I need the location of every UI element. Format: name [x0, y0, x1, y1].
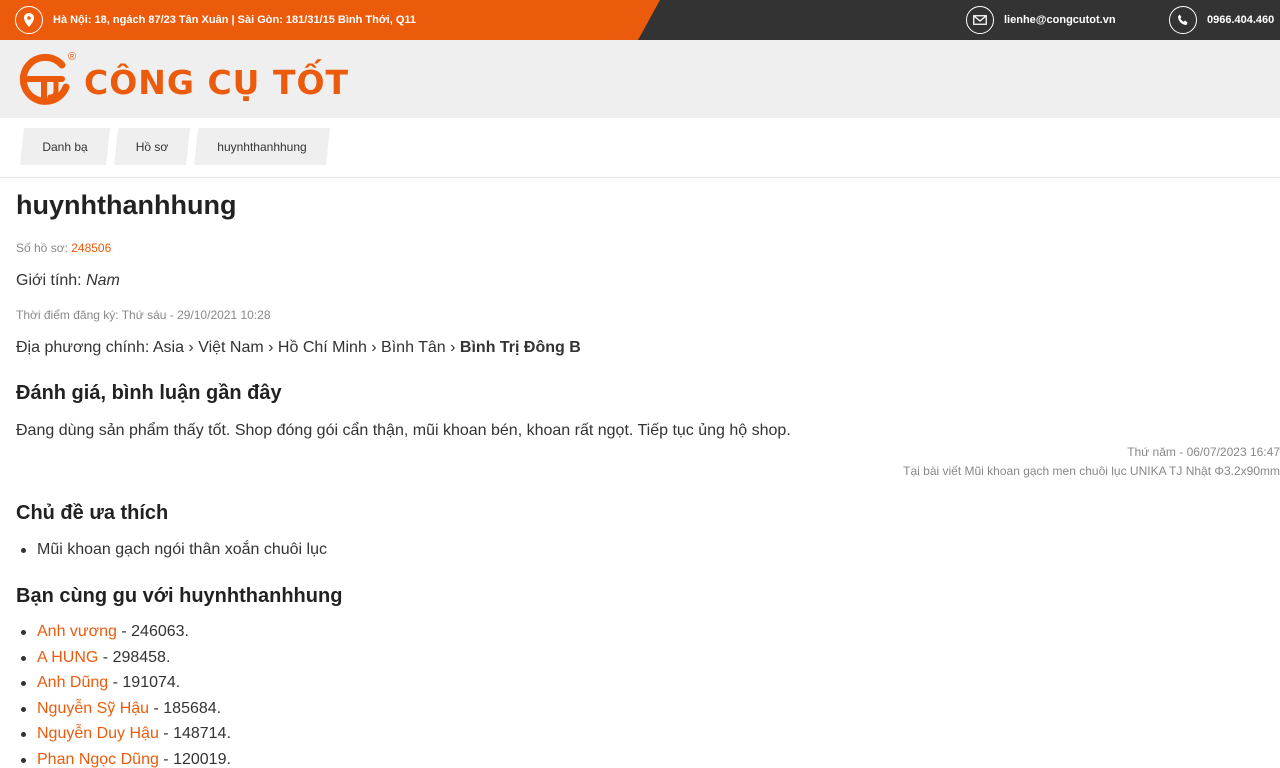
friend-id: - 120019. [158, 750, 231, 768]
gender: Giới tính: Nam [16, 272, 120, 290]
topics-heading: Chủ đề ưa thích [16, 502, 169, 524]
email-info[interactable]: lienhe@congcutot.vn [966, 0, 1116, 40]
address-info: Hà Nội: 18, ngách 87/23 Tân Xuân | Sài G… [15, 0, 416, 40]
friend-id: - 298458. [98, 648, 171, 666]
profile-id-label: Số hồ sơ: [16, 241, 72, 255]
registration-time: Thời điểm đăng ký: Thứ sáu - 29/10/2021 … [16, 308, 271, 322]
list-item: Nguyễn Sỹ Hậu - 185684. [16, 696, 231, 722]
topics-list: Mũi khoan gạch ngói thân xoắn chuôi lục [16, 537, 327, 563]
page-title: huynhthanhhung [16, 190, 237, 220]
friend-link[interactable]: Anh vương [37, 623, 117, 640]
breadcrumb: Danh bạ Hồ sơ huynhthanhhung [0, 118, 1280, 178]
breadcrumb-item-profile[interactable]: Hồ sơ [114, 128, 190, 165]
friend-id: - 185684. [149, 699, 222, 717]
registered-mark: ® [68, 51, 77, 63]
breadcrumb-item-directory[interactable]: Danh bạ [20, 128, 110, 165]
friend-link[interactable]: Nguyễn Sỹ Hậu [37, 700, 149, 717]
top-bar: Hà Nội: 18, ngách 87/23 Tân Xuân | Sài G… [0, 0, 1280, 40]
breadcrumb-item-user[interactable]: huynhthanhhung [194, 128, 330, 165]
list-item: Nguyễn Duy Hậu - 148714. [16, 721, 231, 747]
list-item: Phan Ngọc Dũng - 120019. [16, 747, 231, 768]
phone-info[interactable]: 0966.404.460 [1169, 0, 1274, 40]
topic-item[interactable]: Mũi khoan gạch ngói thân xoắn chuôi lục [16, 537, 327, 563]
email-link[interactable]: lienhe@congcutot.vn [1004, 14, 1116, 26]
header: ® CÔNG CỤ TỐT [0, 40, 1280, 118]
review-text: Đang dùng sản phẩm thấy tốt. Shop đóng g… [16, 422, 791, 439]
list-item: Anh vương - 246063. [16, 619, 231, 645]
mail-icon [966, 6, 994, 34]
phone-icon [1169, 6, 1197, 34]
profile-id: Số hồ sơ: 248506 [16, 241, 111, 255]
location-icon [15, 6, 43, 34]
profile-id-value: 248506 [71, 241, 112, 255]
friends-heading: Bạn cùng gu với huynhthanhhung [16, 585, 343, 607]
logo-mark-icon [19, 53, 70, 105]
logo-text: CÔNG CỤ TỐT [84, 62, 350, 102]
friend-link[interactable]: A HUNG [37, 649, 98, 666]
friends-list: Anh vương - 246063. A HUNG - 298458. Anh… [16, 619, 231, 768]
location-last: Bình Trị Đông B [459, 339, 581, 356]
address-text: Hà Nội: 18, ngách 87/23 Tân Xuân | Sài G… [53, 14, 417, 26]
location-path: Asia › Việt Nam › Hồ Chí Minh › Bình Tân… [152, 339, 460, 356]
friend-link[interactable]: Nguyễn Duy Hậu [37, 725, 159, 742]
location-label: Địa phương chính: [16, 339, 153, 356]
list-item: Anh Dũng - 191074. [16, 670, 231, 696]
friend-link[interactable]: Phan Ngọc Dũng [37, 751, 159, 768]
logo[interactable]: ® CÔNG CỤ TỐT [16, 49, 349, 109]
list-item: A HUNG - 298458. [16, 645, 231, 671]
reviews-heading: Đánh giá, bình luận gần đây [16, 382, 282, 404]
friend-id: - 246063. [116, 623, 189, 640]
review-date: Thứ năm - 06/07/2023 16:47 [1127, 445, 1280, 459]
friend-link[interactable]: Anh Dũng [37, 674, 108, 691]
gender-value: Nam [86, 272, 120, 289]
gender-label: Giới tính: [16, 272, 87, 289]
friend-id: - 148714. [158, 725, 231, 742]
review-source-link[interactable]: Tại bài viết Mũi khoan gạch men chuôi lụ… [903, 464, 1280, 478]
location: Địa phương chính: Asia › Việt Nam › Hồ C… [16, 339, 581, 357]
friend-id: - 191074. [108, 674, 181, 691]
phone-link[interactable]: 0966.404.460 [1207, 14, 1274, 26]
